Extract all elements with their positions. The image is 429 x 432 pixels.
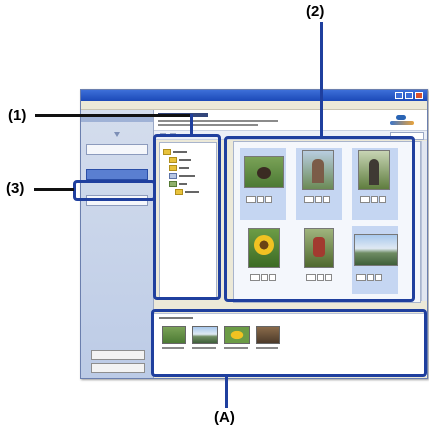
- leader-line-a: [225, 376, 228, 408]
- leader-line-3: [34, 188, 74, 191]
- steps-sidebar: [81, 110, 154, 378]
- step-select-paper-button[interactable]: [86, 169, 148, 180]
- callout-1-label: (1): [8, 107, 27, 124]
- window-titlebar: [81, 90, 427, 101]
- close-icon[interactable]: [415, 92, 423, 99]
- step-select-images-button[interactable]: [86, 144, 148, 155]
- header-desc-line-1: [158, 120, 278, 122]
- thumbnail-scrollbar[interactable]: [421, 141, 427, 301]
- highlight-1-folder-tree: [153, 134, 221, 300]
- callout-3-label: (3): [6, 180, 25, 197]
- down-arrow-icon: [114, 132, 120, 137]
- logo-mark: [396, 115, 406, 120]
- callout-a-label: (A): [214, 409, 235, 426]
- callout-2-label: (2): [306, 3, 325, 20]
- minimize-icon[interactable]: [395, 92, 403, 99]
- logo-swirl: [390, 121, 414, 125]
- menu-bar: [81, 101, 427, 110]
- header-desc-line-2: [158, 124, 258, 126]
- leader-line-2: [320, 22, 323, 137]
- instruction-header: [154, 110, 427, 131]
- leader-line-1: [35, 114, 193, 117]
- help-button[interactable]: [91, 350, 145, 360]
- highlight-3-step-button: [73, 180, 156, 201]
- maximize-icon[interactable]: [405, 92, 413, 99]
- leader-line-1-drop: [190, 114, 193, 135]
- highlight-2-thumbnails: [224, 136, 415, 302]
- highlight-a-selected-images: [151, 309, 427, 377]
- exit-button[interactable]: [91, 363, 145, 373]
- app-logo: [390, 115, 416, 127]
